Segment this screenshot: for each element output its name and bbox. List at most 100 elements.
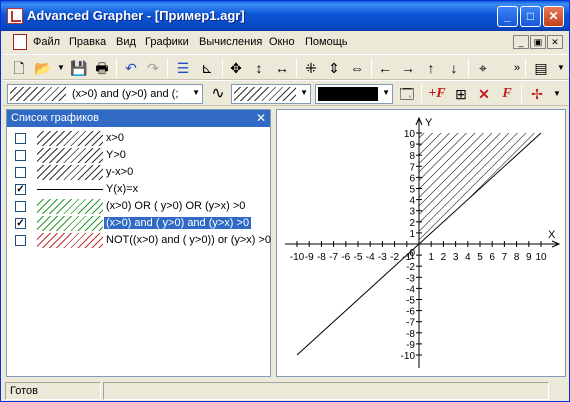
- list-item[interactable]: x>0: [7, 130, 269, 147]
- line-style-icon[interactable]: ∿: [208, 84, 228, 104]
- x-tick-label: -10: [290, 252, 305, 263]
- horizontal-icon[interactable]: ↔: [272, 58, 292, 78]
- print-icon[interactable]: 🖶: [92, 58, 112, 78]
- graph-visible-checkbox[interactable]: ✓: [15, 184, 26, 195]
- document-icon[interactable]: [13, 34, 27, 50]
- y-tick-label: -7: [406, 318, 415, 329]
- mdi-close-button[interactable]: ✕: [547, 35, 563, 49]
- graph-style-swatch: [37, 182, 103, 197]
- x-tick-label: 5: [477, 252, 483, 263]
- open-dropdown-icon[interactable]: ▼: [51, 58, 71, 78]
- center-icon[interactable]: ⌖: [473, 58, 493, 78]
- graph-canvas[interactable]: X Y -10 -9 -8 -7 -6 -5 -4 -3 -2 -1 1 2 3 4 5 6 7 8 9 10 10 9 8 7 6…: [276, 109, 566, 377]
- add-table-icon[interactable]: ⊞: [451, 84, 471, 104]
- redo-icon[interactable]: ↷: [143, 58, 163, 78]
- graph-label: (x>0) and ( y>0) and (y>x) >0: [104, 217, 252, 229]
- window-title: Advanced Grapher - [Пример1.agr]: [27, 8, 245, 23]
- arrow-up-icon[interactable]: ↑: [421, 58, 441, 78]
- more-icon[interactable]: »: [507, 58, 527, 78]
- maximize-button[interactable]: □: [520, 6, 541, 27]
- open-icon[interactable]: 📂: [33, 58, 53, 78]
- y-tick-label: 5: [409, 185, 415, 196]
- properties-icon[interactable]: 🗔: [397, 84, 417, 104]
- plot-svg[interactable]: XY-10 -9 -8 -7 -6 -5 -4 -3 -2 -1 1 2 3 4 5 6 7 8 9 10109876…: [277, 110, 565, 376]
- y-tick-label: -10: [401, 351, 416, 362]
- list-icon[interactable]: ☰: [173, 58, 193, 78]
- minimize-button[interactable]: _: [497, 6, 518, 27]
- list-item[interactable]: NOT((x>0) and ( y>0)) or (y>x) >0: [7, 232, 272, 249]
- menu-edit[interactable]: Правка: [69, 36, 106, 48]
- menu-view[interactable]: Вид: [116, 36, 136, 48]
- list-item[interactable]: ✓ (x>0) and ( y>0) and (y>x) >0: [7, 215, 269, 232]
- menu-calculations[interactable]: Вычисления: [199, 36, 262, 48]
- color-combo[interactable]: ▼: [315, 84, 393, 104]
- y-tick-label: -9: [406, 340, 415, 351]
- status-text: Готов: [5, 382, 101, 400]
- edit-function-icon[interactable]: F: [497, 84, 517, 104]
- tangent-icon[interactable]: ✢: [527, 84, 547, 104]
- save-icon[interactable]: 💾: [69, 58, 89, 78]
- menu-file[interactable]: Файл: [33, 36, 60, 48]
- x-tick-label: 4: [465, 252, 471, 263]
- tangent-dropdown-icon[interactable]: ▼: [547, 84, 567, 104]
- close-icon[interactable]: ✕: [256, 110, 266, 126]
- y-tick-label: 6: [409, 173, 415, 184]
- y-tick-label: -5: [406, 296, 415, 307]
- zoom-in-icon[interactable]: ⁜: [301, 58, 321, 78]
- arrow-down-icon[interactable]: ↓: [444, 58, 464, 78]
- graph-visible-checkbox[interactable]: [15, 235, 26, 246]
- zoom-in-v-icon[interactable]: ⇕: [324, 58, 344, 78]
- hatch-combo[interactable]: ▼: [231, 84, 311, 104]
- axes-icon[interactable]: ⊾: [197, 58, 217, 78]
- hatch-style-sample: [234, 87, 296, 101]
- graph-label: NOT((x>0) and ( y>0)) or (y>x) >0: [106, 234, 272, 246]
- x-tick-label: -4: [366, 252, 375, 263]
- list-item[interactable]: (x>0) OR ( y>0) OR (y>x) >0: [7, 198, 269, 215]
- graph-toolbar: (x>0) and (y>0) and (; ▼ ∿ ▼ ▼ 🗔 +F ⊞ ✕ …: [3, 80, 569, 106]
- graph-visible-checkbox[interactable]: [15, 133, 26, 144]
- graph-style-swatch: [37, 165, 103, 180]
- graph-visible-checkbox[interactable]: [15, 167, 26, 178]
- x-tick-label: 3: [453, 252, 459, 263]
- view-icon[interactable]: ▤: [531, 58, 551, 78]
- delete-icon[interactable]: ✕: [474, 84, 494, 104]
- close-button[interactable]: ✕: [543, 6, 564, 27]
- vertical-icon[interactable]: ↕: [249, 58, 269, 78]
- move-icon[interactable]: ✥: [226, 58, 246, 78]
- y-tick-label: 8: [409, 151, 415, 162]
- mdi-restore-button[interactable]: ▣: [530, 35, 546, 49]
- x-tick-label: 1: [428, 252, 434, 263]
- menu-window[interactable]: Окно: [269, 36, 295, 48]
- undo-icon[interactable]: ↶: [121, 58, 141, 78]
- view-dropdown-icon[interactable]: ▼: [551, 58, 570, 78]
- mdi-minimize-button[interactable]: _: [513, 35, 529, 49]
- list-item[interactable]: y-x>0: [7, 164, 269, 181]
- arrow-right-icon[interactable]: →: [398, 58, 418, 78]
- y-tick-label: 3: [409, 207, 415, 218]
- app-icon[interactable]: [7, 8, 23, 24]
- title-bar[interactable]: Advanced Grapher - [Пример1.agr] _ □ ✕: [1, 1, 569, 31]
- arrow-left-icon[interactable]: ←: [375, 58, 395, 78]
- zoom-in-h-icon[interactable]: ⇔: [347, 58, 367, 78]
- list-item[interactable]: Y>0: [7, 147, 269, 164]
- graph-visible-checkbox[interactable]: [15, 150, 26, 161]
- graph-visible-checkbox[interactable]: [15, 201, 26, 212]
- y-tick-label: 1: [409, 229, 415, 240]
- menu-help[interactable]: Помощь: [305, 36, 348, 48]
- graph-list-title: Список графиков: [11, 112, 99, 124]
- new-icon[interactable]: 🗋: [9, 58, 29, 78]
- x-tick-label: -3: [378, 252, 387, 263]
- menu-graphs[interactable]: Графики: [145, 36, 189, 48]
- add-function-icon[interactable]: +F: [427, 84, 447, 104]
- chevron-down-icon: ▼: [382, 88, 390, 97]
- list-item[interactable]: ✓ Y(x)=x: [7, 181, 269, 198]
- graph-style-swatch: [37, 216, 103, 231]
- y-tick-label: -4: [406, 284, 415, 295]
- y-tick-label: 4: [409, 196, 415, 207]
- graph-label: (x>0) OR ( y>0) OR (y>x) >0: [106, 200, 246, 212]
- graph-combo[interactable]: (x>0) and (y>0) and (; ▼: [7, 84, 203, 104]
- graph-style-swatch: [37, 131, 103, 146]
- app-window: Advanced Grapher - [Пример1.agr] _ □ ✕ Ф…: [0, 0, 570, 402]
- graph-style-swatch: [37, 148, 103, 163]
- graph-visible-checkbox[interactable]: ✓: [15, 218, 26, 229]
